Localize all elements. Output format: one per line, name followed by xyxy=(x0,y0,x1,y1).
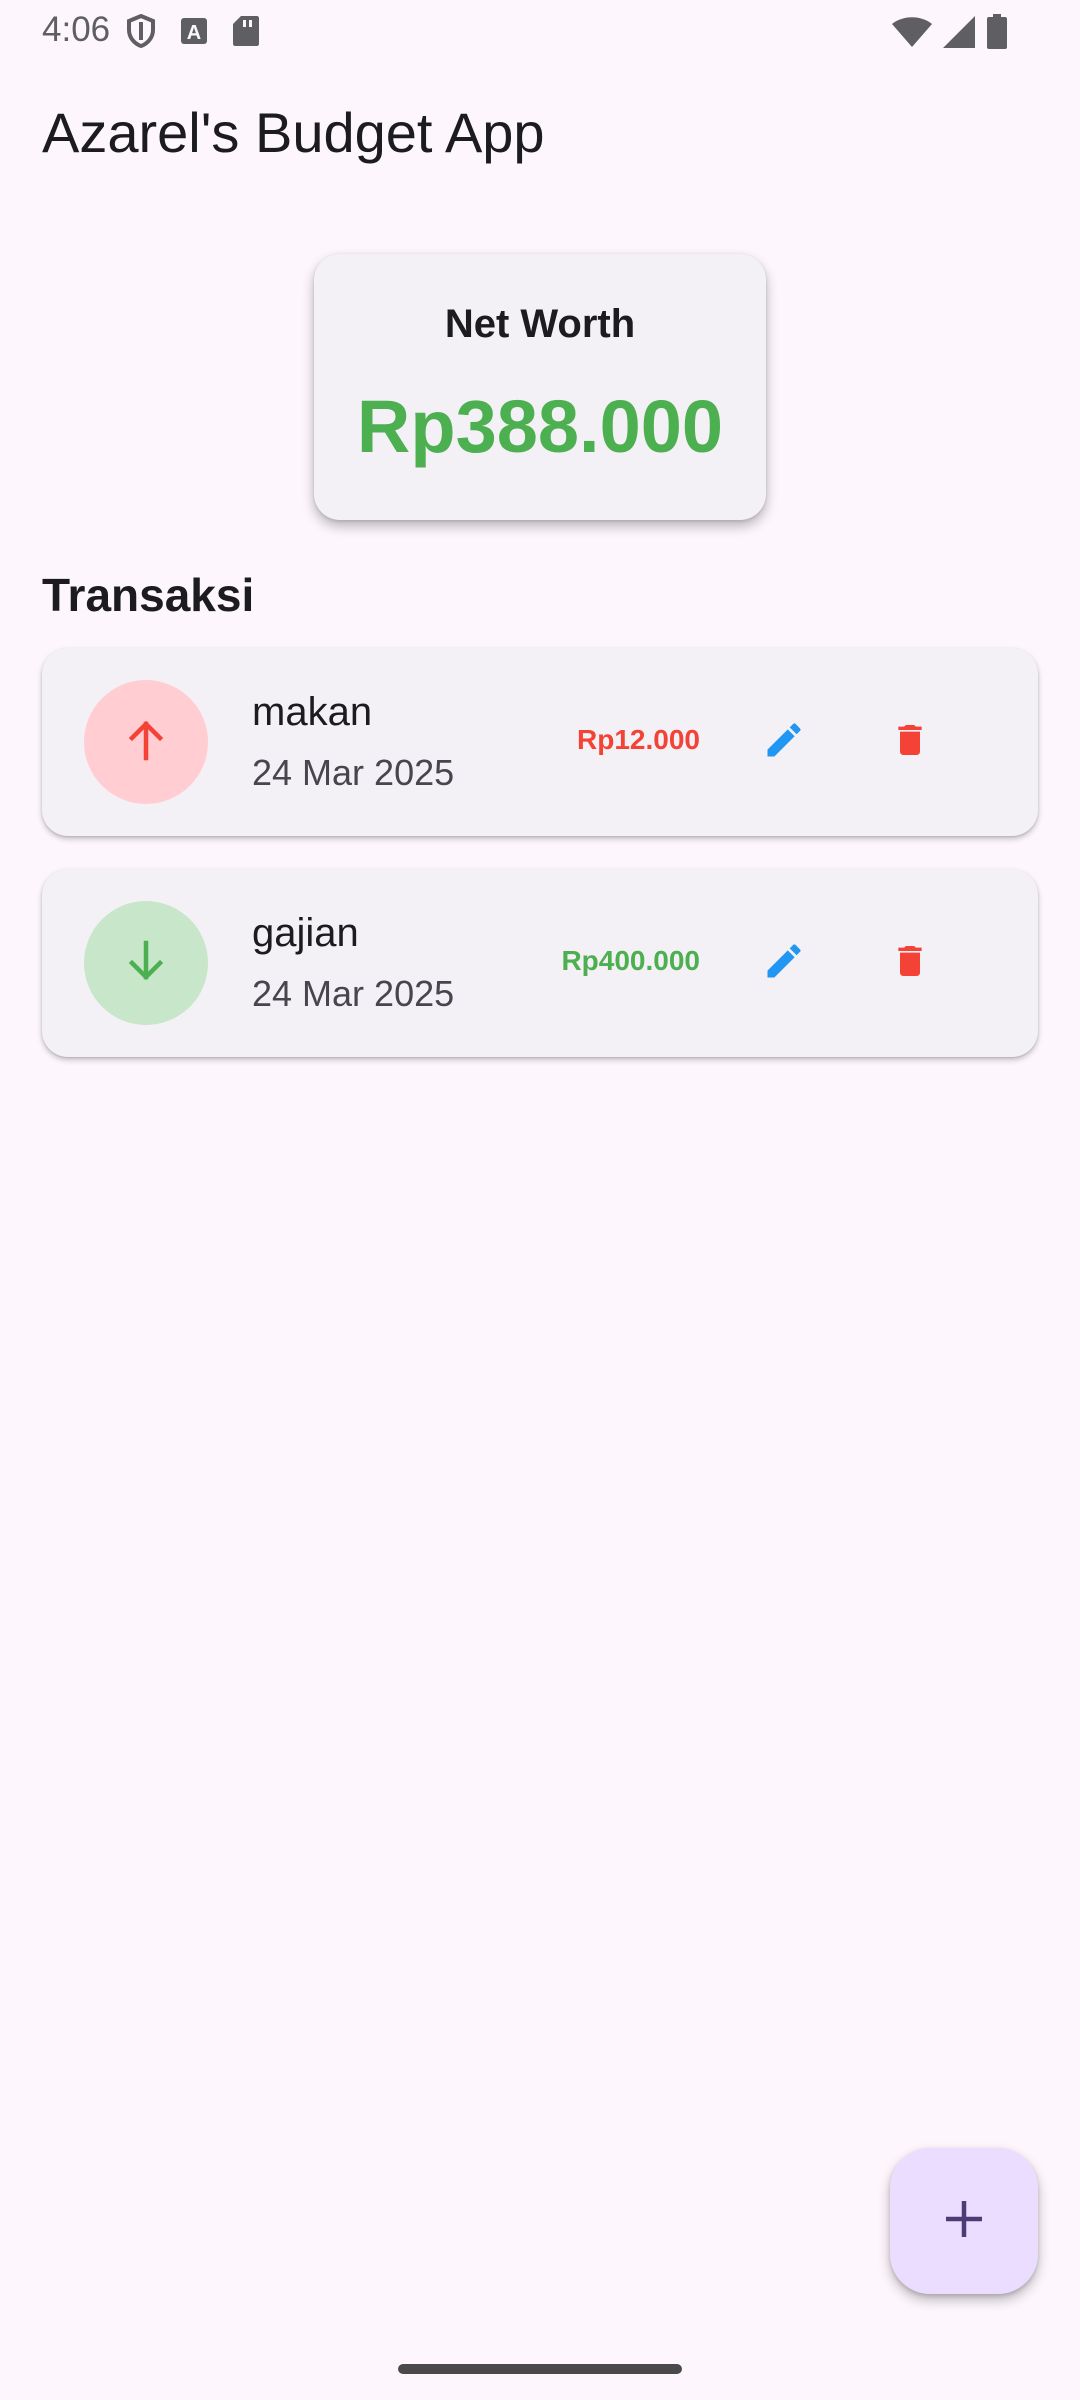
svg-text:A: A xyxy=(187,22,201,44)
arrow-down-icon xyxy=(122,937,170,990)
app-title: Azarel's Budget App xyxy=(42,101,545,164)
transaction-list: makan 24 Mar 2025 Rp12.000 gajian 24 Mar… xyxy=(42,648,1038,1090)
sd-card-icon xyxy=(232,15,260,52)
income-avatar xyxy=(84,901,208,1025)
expense-avatar xyxy=(84,680,208,804)
net-worth-value: Rp388.000 xyxy=(356,385,724,468)
battery-icon xyxy=(986,14,1008,55)
pencil-icon xyxy=(762,718,806,767)
transaction-amount: Rp400.000 xyxy=(561,945,700,976)
edit-button[interactable] xyxy=(752,710,816,774)
net-worth-card: Net Worth Rp388.000 xyxy=(314,254,766,520)
font-a-icon: A xyxy=(180,17,208,50)
plus-icon xyxy=(942,2197,986,2246)
transaction-date: 24 Mar 2025 xyxy=(252,752,455,793)
status-icons-right xyxy=(892,14,1008,55)
transaction-date: 24 Mar 2025 xyxy=(252,973,455,1014)
arrow-up-icon xyxy=(122,716,170,769)
transaction-amount: Rp12.000 xyxy=(577,724,700,755)
shield-icon xyxy=(126,13,156,53)
trash-icon xyxy=(890,718,930,767)
net-worth-title: Net Worth xyxy=(444,302,636,346)
transaction-name: gajian xyxy=(252,911,359,955)
transaction-card[interactable]: makan 24 Mar 2025 Rp12.000 xyxy=(42,648,1038,836)
edit-button[interactable] xyxy=(752,931,816,995)
status-bar: 4:06 A xyxy=(0,0,1080,64)
trash-icon xyxy=(890,939,930,988)
gesture-handle[interactable] xyxy=(398,2364,682,2374)
pencil-icon xyxy=(762,939,806,988)
transaction-card[interactable]: gajian 24 Mar 2025 Rp400.000 xyxy=(42,869,1038,1057)
cell-signal-icon xyxy=(942,15,976,54)
transactions-title: Transaksi xyxy=(42,569,255,621)
wifi-icon xyxy=(892,16,932,53)
delete-button[interactable] xyxy=(878,931,942,995)
status-time: 4:06 xyxy=(42,10,111,49)
transaction-name: makan xyxy=(252,690,373,734)
add-transaction-button[interactable] xyxy=(890,2148,1038,2294)
status-icons-left: A xyxy=(126,13,260,53)
delete-button[interactable] xyxy=(878,710,942,774)
